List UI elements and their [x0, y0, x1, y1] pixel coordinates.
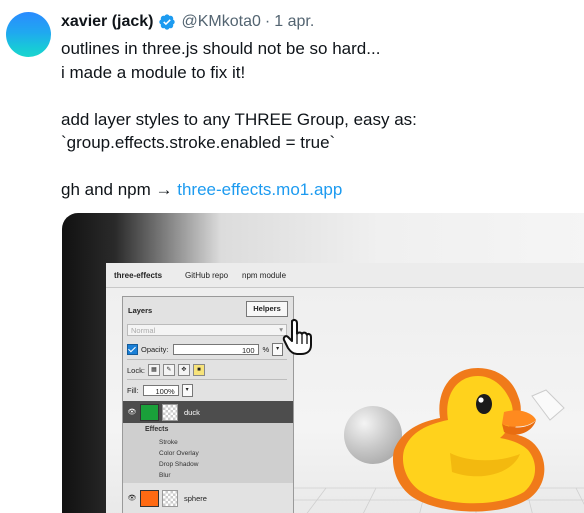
avatar[interactable] — [6, 12, 51, 57]
effect-item[interactable]: Color Overlay — [159, 450, 199, 457]
tweet-media-image[interactable]: three-effects GitHub repo npm module Lay… — [62, 213, 584, 513]
layer-row-duck[interactable]: 👁 duck — [123, 401, 293, 423]
fill-row: Fill: 100% ▾ — [127, 384, 193, 397]
lock-paint-icon[interactable]: ✎ — [162, 364, 175, 376]
3d-scene[interactable]: Layers Helpers Normal ▾ Opacity: 100 % ▾… — [106, 288, 584, 513]
fill-label: Fill: — [127, 386, 139, 395]
verified-badge-icon — [158, 14, 175, 30]
layer-name: sphere — [184, 493, 207, 503]
opacity-unit: % — [262, 344, 270, 354]
blend-mode-select[interactable]: Normal ▾ — [127, 324, 287, 336]
layer-name: duck — [184, 407, 200, 417]
tweet-date[interactable]: 1 apr. — [274, 13, 314, 31]
tweet-text: outlines in three.js should not be so ha… — [61, 37, 576, 202]
lock-label: Lock: — [127, 365, 145, 375]
layers-panel: Layers Helpers Normal ▾ Opacity: 100 % ▾… — [122, 296, 294, 513]
lock-row: Lock: ▦ ✎ ✥ ■ — [127, 364, 205, 376]
layer-mask-thumbnail — [162, 489, 178, 507]
app-window: three-effects GitHub repo npm module Lay… — [106, 263, 584, 513]
author-name[interactable]: xavier (jack) — [61, 13, 154, 31]
tweet-link[interactable]: three-effects.mo1.app — [177, 180, 342, 199]
tweet-line: gh and npm → — [61, 180, 173, 199]
menu-three-effects[interactable]: three-effects — [114, 271, 162, 280]
effect-item[interactable]: Drop Shadow — [159, 461, 198, 468]
header-separator: · — [264, 13, 271, 30]
tweet-line — [61, 155, 576, 179]
lock-pixels-icon[interactable]: ▦ — [147, 364, 160, 376]
app-menubar: three-effects GitHub repo npm module — [106, 263, 584, 288]
tweet-line — [61, 84, 576, 108]
helpers-button[interactable]: Helpers — [246, 301, 288, 317]
divider — [127, 379, 287, 380]
tweet-line: i made a module to fix it! — [61, 62, 246, 82]
lock-move-icon[interactable]: ✥ — [177, 364, 190, 376]
panel-title: Layers — [128, 306, 153, 315]
opacity-label: Opacity: — [141, 344, 169, 354]
tweet-line: add layer styles to any THREE Group, eas… — [61, 109, 417, 129]
hand-cursor-icon — [282, 318, 312, 355]
duck-object[interactable] — [380, 358, 580, 513]
effects-list: Effects Stroke Color Overlay Drop Shadow… — [123, 423, 293, 483]
fill-input[interactable]: 100% — [142, 385, 179, 396]
layer-color-swatch — [140, 403, 159, 421]
opacity-checkbox[interactable] — [127, 343, 138, 355]
eye-icon[interactable]: 👁 — [127, 494, 137, 502]
eye-icon[interactable]: 👁 — [127, 408, 137, 416]
menu-npm-module[interactable]: npm module — [242, 271, 286, 280]
layer-row-sphere[interactable]: 👁 sphere — [123, 487, 293, 509]
opacity-row: Opacity: 100 % ▾ — [127, 342, 284, 356]
fill-dropdown-button[interactable]: ▾ — [181, 384, 193, 397]
menu-github-repo[interactable]: GitHub repo — [185, 271, 228, 280]
blend-mode-value: Normal — [131, 326, 156, 335]
effect-item[interactable]: Stroke — [159, 439, 178, 446]
opacity-input[interactable]: 100 — [172, 343, 259, 355]
effects-title: Effects — [145, 426, 169, 433]
tweet-header: xavier (jack) @KMkota0 · 1 apr. — [61, 11, 314, 33]
layer-color-swatch — [140, 489, 159, 507]
divider — [127, 359, 287, 360]
tweet-line-link: gh and npm → three-effects.mo1.app — [61, 178, 576, 202]
lock-all-icon[interactable]: ■ — [192, 364, 205, 376]
tweet-line: `group.effects.stroke.enabled = true` — [61, 133, 336, 152]
author-handle[interactable]: @KMkota0 — [182, 13, 261, 31]
tweet-line: outlines in three.js should not be so ha… — [61, 39, 381, 58]
layer-mask-thumbnail — [162, 403, 178, 421]
effect-item[interactable]: Blur — [159, 472, 171, 479]
